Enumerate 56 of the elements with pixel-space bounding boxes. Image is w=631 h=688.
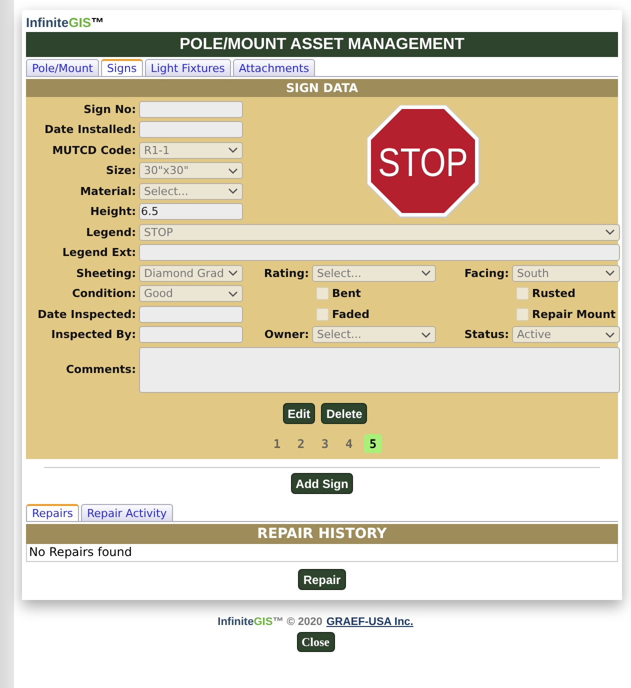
dropdown[interactable]: Select... [312, 326, 436, 344]
field-label: Sheeting: [76, 266, 136, 280]
logo-text: InfiniteGIS™ [26, 14, 104, 32]
company-link[interactable]: GRAEF-USA Inc. [326, 616, 414, 628]
field-label: Facing: [464, 266, 509, 280]
checkbox-label: Repair Mount [532, 308, 616, 321]
dropdown[interactable]: Select... [139, 182, 243, 200]
window-title: POLE/MOUNT ASSET MANAGEMENT [26, 32, 618, 57]
dropdown[interactable]: Select... [312, 264, 436, 282]
field-label: Comments: [66, 362, 136, 376]
empty-message: No Repairs found [29, 545, 132, 559]
dropdown[interactable]: R1-1 [139, 142, 243, 159]
tab[interactable]: Signs [100, 59, 143, 76]
page-link[interactable]: 3 [316, 434, 334, 453]
stop-sign-drawing: STOP [366, 104, 480, 218]
tab[interactable]: Pole/Mount [26, 59, 99, 76]
page-link[interactable]: 4 [340, 434, 358, 453]
field-label: Legend Ext: [62, 246, 136, 260]
input-field[interactable]: 6.5 [139, 203, 243, 220]
add-sign-button[interactable]: Add Sign [290, 473, 354, 494]
field-label: Inspected By: [51, 328, 136, 342]
page-link[interactable]: 2 [292, 434, 310, 453]
dropdown[interactable]: 30"x30" [139, 162, 243, 180]
dropdown[interactable]: Good [139, 285, 243, 302]
tab[interactable]: Repairs [26, 504, 79, 521]
section-header: REPAIR HISTORY [26, 524, 618, 544]
field-label: Material: [80, 184, 136, 198]
field-label: Sign No: [84, 102, 136, 116]
field-label: Status: [464, 328, 509, 342]
copyright-text: InfiniteGIS™ © 2020 [218, 616, 322, 628]
dropdown[interactable]: Active [512, 326, 620, 344]
tab[interactable]: Attachments [232, 59, 316, 76]
section-header: SIGN DATA [26, 79, 618, 97]
action-button[interactable]: Edit [282, 403, 316, 424]
page-link[interactable]: 5 [364, 434, 382, 453]
field-label: Condition: [72, 287, 136, 300]
action-button[interactable]: Delete [321, 403, 368, 424]
checkbox-label: Faded [332, 308, 370, 321]
field-label: Rating: [264, 266, 309, 280]
page-link[interactable]: 1 [268, 434, 286, 453]
field-label: Owner: [264, 328, 309, 342]
tab[interactable]: Light Fixtures [144, 59, 231, 76]
close-button[interactable]: Close [296, 632, 334, 652]
checkbox-label: Rusted [532, 287, 576, 300]
field-label: Date Inspected: [38, 308, 136, 321]
tab[interactable]: Repair Activity [80, 504, 173, 521]
field-label: Legend: [86, 226, 136, 239]
field-label: Height: [90, 205, 136, 218]
dropdown[interactable]: STOP [139, 224, 620, 241]
checkbox-label: Bent [332, 287, 361, 300]
dropdown[interactable]: South [512, 264, 620, 282]
field-label: MUTCD Code: [52, 144, 136, 157]
field-label: Date Installed: [44, 123, 136, 136]
field-label: Size: [106, 164, 136, 178]
repair-button[interactable]: Repair [298, 569, 346, 590]
dropdown[interactable]: Diamond Grad [139, 264, 243, 282]
